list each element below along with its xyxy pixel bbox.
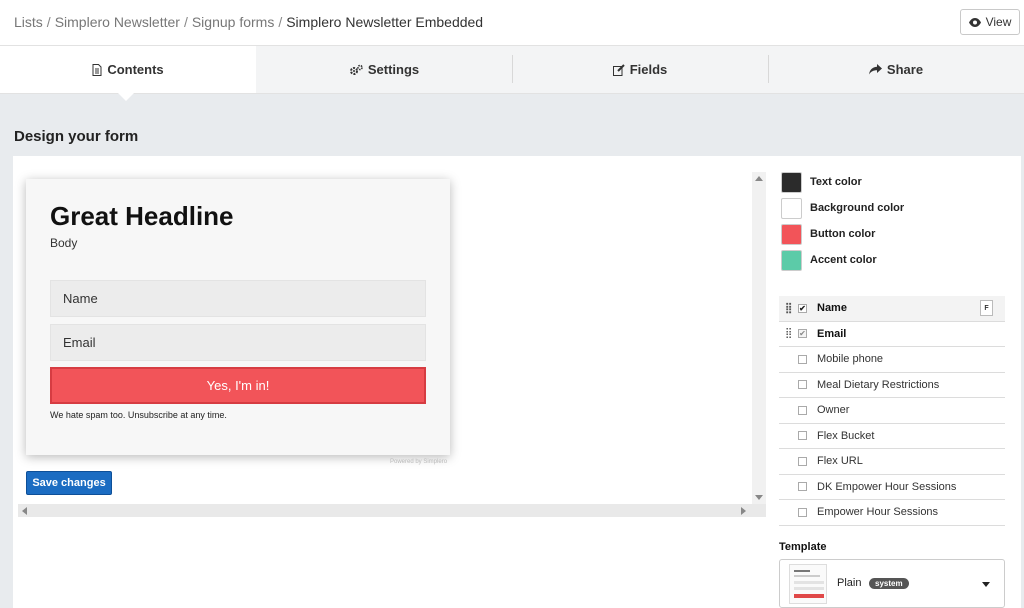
accent-color-label: Accent color [810,254,877,266]
field-row-empower-hour-sessions[interactable]: Empower Hour Sessions [779,500,1005,526]
view-button[interactable]: View [960,9,1020,35]
text-color-label: Text color [810,176,862,188]
button-color-label: Button color [810,228,876,240]
field-label: Flex Bucket [817,429,875,442]
field-label: Empower Hour Sessions [817,506,939,519]
breadcrumb-lists[interactable]: Lists [14,14,43,30]
template-thumbnail [789,564,827,604]
template-heading: Template [779,541,827,553]
preview-vertical-scrollbar[interactable] [752,172,766,504]
preview-horizontal-scrollbar[interactable] [18,504,766,517]
save-changes-button[interactable]: Save changes [26,471,112,495]
breadcrumb-separator: / [183,14,188,30]
field-label: Mobile phone [817,353,884,366]
breadcrumb-signup-forms[interactable]: Signup forms [192,14,274,30]
field-row-mobile-phone[interactable]: Mobile phone [779,347,1005,373]
field-checkbox[interactable] [798,380,807,390]
tab-share[interactable]: Share [768,46,1024,93]
eye-icon [968,17,981,27]
tab-contents-label: Contents [107,62,164,77]
form-email-placeholder: Email [63,335,96,350]
text-color-swatch[interactable] [781,171,802,193]
form-submit-button[interactable]: Yes, I'm in! [50,367,426,404]
template-system-badge: system [869,578,909,589]
field-checkbox[interactable] [798,431,807,441]
background-color-label: Background color [810,202,905,214]
scroll-down-icon[interactable] [755,495,763,500]
field-checkbox[interactable] [798,482,807,492]
share-icon [868,64,882,75]
breadcrumb-separator: / [278,14,283,30]
form-disclaimer[interactable]: We hate spam too. Unsubscribe at any tim… [50,410,227,420]
form-email-input[interactable]: Email [50,324,426,361]
top-bar: Lists / Simplero Newsletter / Signup forms / S… [0,0,1024,46]
form-name-input[interactable]: Name [50,280,426,317]
field-row-meal-dietary-restrictions[interactable]: Meal Dietary Restrictions [779,373,1005,398]
drag-handle-icon[interactable]: ⣿ [785,303,795,314]
field-row-flex-bucket[interactable]: Flex Bucket [779,424,1005,449]
field-row-name[interactable]: ⣿ ✔ Name F [779,296,1005,322]
field-label: Name [817,302,847,315]
field-row-flex-url[interactable]: Flex URL [779,449,1005,475]
field-label: Meal Dietary Restrictions [817,378,940,391]
field-label: Owner [817,404,850,417]
field-row-email[interactable]: ⣿ ✔ Email [779,322,1005,347]
field-checkbox: ✔ [798,329,807,339]
field-label: DK Empower Hour Sessions [817,480,957,493]
color-option-text[interactable]: Text color [781,171,862,193]
fields-list: ⣿ ✔ Name F ⣿ ✔ Email Mobile phone Meal D… [779,296,1005,526]
button-color-swatch[interactable] [781,223,802,245]
tab-settings[interactable]: Settings [256,46,512,93]
tab-contents[interactable]: Contents [0,46,256,93]
active-tab-indicator [118,93,134,101]
drag-handle-icon[interactable]: ⣿ [785,328,795,339]
field-label: Flex URL [817,455,863,468]
form-preview-card: Great Headline Body Name Email Yes, I'm … [26,179,450,455]
scroll-right-icon[interactable] [741,507,746,515]
tab-bar: Contents Settings Fields Share [0,46,1024,94]
powered-by-text: Powered by Simplero [390,459,448,465]
field-row-dk-empower-hour-sessions[interactable]: DK Empower Hour Sessions [779,475,1005,500]
tab-settings-label: Settings [367,62,420,77]
accent-color-swatch[interactable] [781,249,802,271]
field-checkbox[interactable] [798,354,807,364]
field-checkbox[interactable] [798,507,807,517]
field-checkbox[interactable] [798,456,807,466]
view-button-label: View [985,15,1012,29]
background-color-swatch[interactable] [781,197,802,219]
field-row-owner[interactable]: Owner [779,398,1005,424]
gears-icon [349,64,363,75]
color-option-accent[interactable]: Accent color [781,249,877,271]
field-label: Email [817,327,847,340]
field-checkbox[interactable] [798,405,807,415]
breadcrumb-list-name[interactable]: Simplero Newsletter [55,14,180,30]
tab-fields-label: Fields [629,62,668,77]
field-checkbox[interactable]: ✔ [798,303,807,313]
color-option-background[interactable]: Background color [781,197,904,219]
template-name: Plain [837,577,862,589]
breadcrumb-separator: / [46,14,51,30]
breadcrumb-current: Simplero Newsletter Embedded [286,14,484,30]
field-format-badge[interactable]: F [980,300,993,316]
edit-icon [612,63,625,76]
form-name-placeholder: Name [63,291,98,306]
scroll-left-icon[interactable] [22,507,27,515]
color-option-button[interactable]: Button color [781,223,875,245]
breadcrumb: Lists / Simplero Newsletter / Signup forms / S… [14,14,483,30]
form-headline[interactable]: Great Headline [50,201,234,232]
form-body-text[interactable]: Body [50,236,77,250]
chevron-down-icon [982,582,990,587]
document-icon [92,63,102,76]
tab-share-label: Share [886,62,924,77]
section-title: Design your form [14,128,139,145]
scroll-up-icon[interactable] [755,176,763,181]
tab-fields[interactable]: Fields [512,46,768,93]
template-select[interactable]: Plain system [779,559,1005,608]
